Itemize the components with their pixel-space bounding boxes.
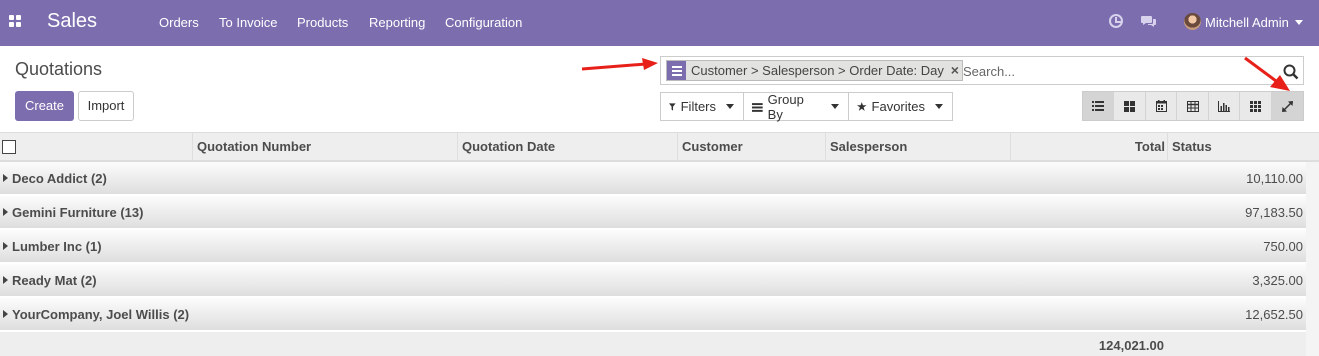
menu-orders[interactable]: Orders	[159, 15, 199, 30]
favorites-button[interactable]: Favorites	[848, 92, 953, 121]
graph-view-button[interactable]	[1208, 92, 1241, 120]
caret-right-icon	[3, 276, 8, 284]
pivot-view-button[interactable]	[1177, 92, 1209, 120]
apps-grid-icon[interactable]	[9, 15, 23, 29]
group-label: Lumber Inc (1)	[12, 239, 102, 254]
scrollbar[interactable]	[1306, 162, 1319, 356]
group-label: YourCompany, Joel Willis (2)	[12, 307, 190, 322]
avatar[interactable]	[1184, 13, 1201, 30]
group-by-button[interactable]: Group By	[743, 91, 849, 122]
page-title: Quotations	[15, 59, 103, 79]
bars-icon	[752, 102, 763, 112]
expand-icon	[1281, 100, 1293, 112]
user-menu-name[interactable]: Mitchell Admin	[1205, 15, 1289, 30]
caret-right-icon	[3, 174, 8, 182]
annotation-arrow-icon	[1244, 56, 1290, 91]
kanban-view-button[interactable]	[1114, 92, 1146, 120]
group-row[interactable]: Ready Mat (2) 3,325.00	[0, 264, 1306, 297]
annotation-arrow-icon	[581, 58, 658, 71]
list-icon	[1092, 101, 1105, 111]
select-all-cell	[0, 133, 192, 161]
close-icon[interactable]: ×	[948, 61, 962, 80]
search-facet[interactable]: Customer > Salesperson > Order Date: Day…	[666, 60, 963, 81]
activity-view-button[interactable]	[1240, 92, 1272, 120]
bar-chart-icon	[1217, 100, 1230, 112]
menu-to-invoice[interactable]: To Invoice	[219, 15, 278, 30]
caret-right-icon	[3, 242, 8, 250]
filters-button[interactable]: Filters	[660, 92, 744, 121]
clock-icon[interactable]	[1109, 14, 1123, 28]
caret-right-icon	[3, 310, 8, 318]
column-salesperson[interactable]: Salesperson	[825, 133, 1010, 161]
group-label: Ready Mat (2)	[12, 273, 97, 288]
calendar-icon	[1155, 100, 1167, 112]
group-total: 12,652.50	[1245, 307, 1303, 322]
select-all-checkbox[interactable]	[2, 140, 16, 154]
group-row[interactable]: Deco Addict (2) 10,110.00	[0, 162, 1306, 195]
group-total: 10,110.00	[1246, 171, 1303, 186]
list-view-button[interactable]	[1083, 92, 1115, 120]
caret-down-icon	[935, 104, 943, 109]
group-total: 3,325.00	[1252, 273, 1303, 288]
top-navbar: Sales Orders To Invoice Products Reporti…	[0, 0, 1319, 46]
group-row[interactable]: Gemini Furniture (13) 97,183.50	[0, 196, 1306, 229]
star-icon	[857, 102, 867, 111]
column-quotation-number[interactable]: Quotation Number	[192, 133, 457, 161]
group-label: Gemini Furniture (13)	[12, 205, 144, 220]
kanban-icon	[1124, 100, 1136, 112]
chevron-down-icon[interactable]	[1295, 20, 1303, 25]
favorites-label: Favorites	[871, 99, 925, 114]
grand-total: 124,021.00	[1098, 338, 1164, 353]
facet-label: Customer > Salesperson > Order Date: Day	[691, 63, 944, 78]
caret-right-icon	[3, 208, 8, 216]
column-total[interactable]: Total	[1010, 133, 1167, 161]
table-icon	[1186, 100, 1199, 112]
expand-button[interactable]	[1271, 92, 1304, 120]
view-switcher	[1082, 91, 1304, 121]
group-total: 97,183.50	[1245, 205, 1303, 220]
caret-down-icon	[726, 104, 734, 109]
column-customer[interactable]: Customer	[677, 133, 825, 161]
calendar-view-button[interactable]	[1145, 92, 1178, 120]
table-footer: 124,021.00	[0, 332, 1306, 356]
menu-configuration[interactable]: Configuration	[445, 15, 522, 30]
search-input[interactable]	[963, 61, 1263, 81]
chat-icon[interactable]	[1141, 14, 1157, 28]
create-button[interactable]: Create	[15, 91, 74, 121]
group-row[interactable]: YourCompany, Joel Willis (2) 12,652.50	[0, 298, 1306, 331]
app-name[interactable]: Sales	[47, 10, 97, 33]
menu-reporting[interactable]: Reporting	[369, 15, 425, 30]
activity-grid-icon	[1249, 100, 1261, 112]
group-total: 750.00	[1263, 239, 1303, 254]
group-by-facet-icon	[667, 61, 686, 80]
import-button[interactable]: Import	[78, 91, 134, 121]
group-by-label: Group By	[767, 91, 804, 122]
search-box[interactable]: Customer > Salesperson > Order Date: Day…	[660, 56, 1304, 85]
caret-down-icon	[831, 104, 839, 109]
column-quotation-date[interactable]: Quotation Date	[457, 133, 677, 161]
group-row[interactable]: Lumber Inc (1) 750.00	[0, 230, 1306, 263]
table-header: Quotation Number Quotation Date Customer…	[0, 132, 1319, 162]
group-label: Deco Addict (2)	[12, 171, 107, 186]
filters-label: Filters	[680, 99, 716, 114]
menu-products[interactable]: Products	[297, 15, 348, 30]
column-status[interactable]: Status	[1167, 133, 1306, 161]
filter-icon	[669, 102, 676, 111]
